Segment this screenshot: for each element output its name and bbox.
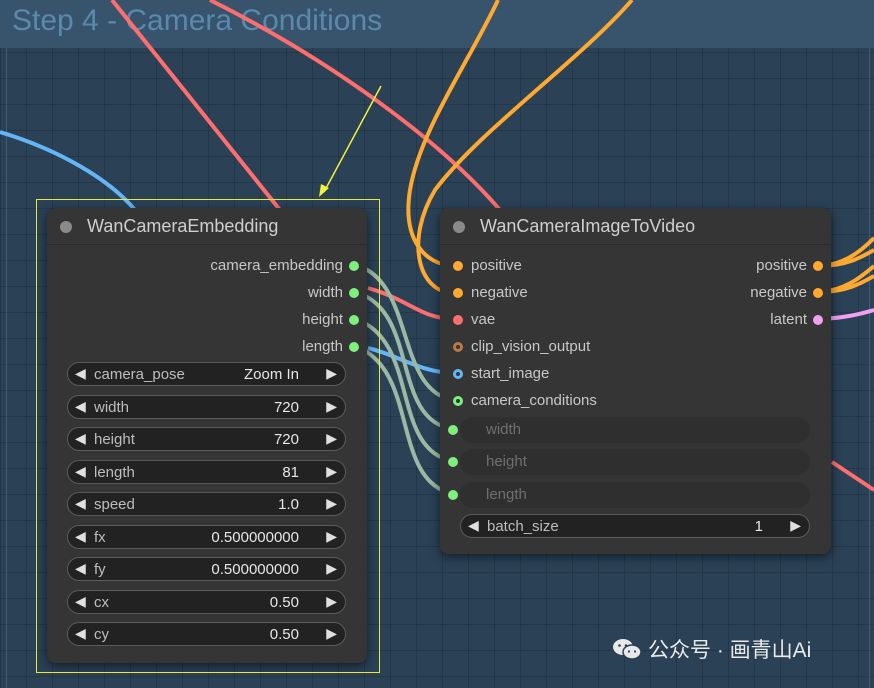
output-label: latent: [770, 311, 807, 328]
input-start-image[interactable]: start_image: [445, 365, 645, 383]
output-latent[interactable]: latent: [620, 311, 831, 329]
node-title: WanCameraImageToVideo: [480, 216, 696, 236]
input-label: start_image: [471, 365, 550, 382]
input-label: camera_conditions: [471, 392, 597, 409]
annotation-arrow-line: [323, 85, 382, 193]
watermark-text: 公众号 · 画青山Ai: [648, 639, 812, 662]
widget-value: 1: [754, 518, 763, 535]
input-dot[interactable]: [453, 342, 463, 352]
output-dot[interactable]: [813, 288, 823, 298]
input-dot[interactable]: [453, 261, 463, 271]
output-dot[interactable]: [813, 315, 823, 325]
link-red-bottom: [830, 460, 874, 492]
input-label: negative: [471, 284, 528, 301]
decrement-arrow-icon[interactable]: ◀: [468, 517, 479, 534]
input-camera-conditions[interactable]: camera_conditions: [445, 392, 645, 410]
input-positive[interactable]: positive: [445, 257, 645, 275]
widget-name: width: [486, 421, 522, 438]
increment-arrow-icon[interactable]: ▶: [790, 517, 801, 534]
converted-widget-height: height: [460, 449, 810, 475]
input-dot[interactable]: [453, 315, 463, 325]
widget-name: height: [486, 453, 527, 470]
input-dot[interactable]: [448, 490, 458, 500]
converted-input-length-row[interactable]: length: [440, 480, 831, 510]
input-dot[interactable]: [453, 396, 463, 406]
converted-widget-width: width: [460, 417, 810, 443]
output-positive[interactable]: positive: [620, 257, 831, 275]
node-title-bar[interactable]: WanCameraImageToVideo: [440, 208, 831, 245]
input-dot[interactable]: [448, 425, 458, 435]
widget-name: length: [486, 486, 527, 503]
input-dot[interactable]: [453, 288, 463, 298]
converted-input-width-row[interactable]: width: [440, 415, 831, 445]
input-vae[interactable]: vae: [445, 311, 645, 329]
output-dot[interactable]: [813, 261, 823, 271]
link-vae-wire-a: [110, 0, 282, 212]
output-label: positive: [756, 257, 807, 274]
node-wan-camera-image-to-video[interactable]: WanCameraImageToVideo positive negative …: [440, 208, 831, 554]
input-dot[interactable]: [448, 457, 458, 467]
collapse-dot-icon[interactable]: [453, 221, 465, 233]
input-negative[interactable]: negative: [445, 284, 645, 302]
converted-input-height-row[interactable]: height: [440, 447, 831, 477]
converted-widget-length: length: [460, 482, 810, 508]
input-label: vae: [471, 311, 496, 328]
input-label: positive: [471, 257, 522, 274]
output-negative[interactable]: negative: [620, 284, 831, 302]
input-clip-vision-output[interactable]: clip_vision_output: [445, 338, 645, 356]
input-label: clip_vision_output: [471, 338, 591, 355]
widget-name: batch_size: [487, 518, 559, 535]
wechat-icon: [613, 639, 642, 660]
watermark: 公众号 · 画青山Ai: [612, 634, 811, 662]
input-dot[interactable]: [453, 369, 463, 379]
output-label: negative: [750, 284, 807, 301]
annotation-highlight-box: [36, 199, 380, 673]
widget-batch-size[interactable]: ◀ batch_size 1 ▶: [460, 514, 810, 538]
